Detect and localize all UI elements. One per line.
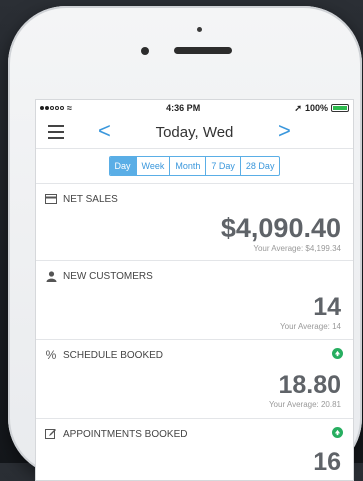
net-sales-value: $4,090.40	[220, 213, 341, 243]
user-icon	[45, 270, 57, 282]
phone-frame: ≈ 4:36 PM ➚ 100% < Today, Wed > Day Week…	[8, 6, 362, 481]
schedule-booked-average: Your Average: 20.81	[268, 400, 341, 409]
location-icon: ➚	[294, 102, 302, 113]
wifi-icon: ≈	[67, 103, 72, 113]
percent-icon: %	[45, 348, 57, 362]
segment-7-day[interactable]: 7 Day	[206, 157, 241, 175]
trend-up-icon	[332, 427, 343, 438]
segment-week[interactable]: Week	[137, 157, 171, 175]
net-sales-card[interactable]: NET SALES $4,090.40 Your Average: $4,199…	[36, 184, 353, 261]
new-customers-card[interactable]: NEW CUSTOMERS 14 Your Average: 14	[36, 261, 353, 340]
new-customers-average: Your Average: 14	[280, 322, 341, 331]
date-title: Today, Wed	[155, 124, 234, 141]
new-customers-value: 14	[313, 293, 341, 321]
segment-day[interactable]: Day	[109, 157, 137, 175]
net-sales-average: Your Average: $4,199.34	[253, 244, 341, 253]
status-bar: ≈ 4:36 PM ➚ 100%	[36, 100, 353, 116]
app-screen: ≈ 4:36 PM ➚ 100% < Today, Wed > Day Week…	[35, 99, 354, 481]
battery-percent: 100%	[304, 103, 328, 113]
status-time: 4:36 PM	[166, 103, 201, 113]
new-customers-label: NEW CUSTOMERS	[63, 270, 153, 282]
signal-icon	[40, 106, 64, 110]
appointments-booked-card[interactable]: APPOINTMENTS BOOKED 16	[36, 419, 353, 480]
schedule-booked-value: 18.80	[278, 371, 341, 399]
appointments-booked-label: APPOINTMENTS BOOKED	[63, 428, 188, 440]
status-right: ➚ 100%	[294, 103, 349, 114]
schedule-booked-label: SCHEDULE BOOKED	[63, 349, 164, 361]
earpiece-speaker	[174, 47, 232, 54]
net-sales-label: NET SALES	[63, 193, 118, 205]
proximity-sensor	[197, 27, 202, 32]
card-icon	[45, 193, 57, 205]
period-segmented-control: Day Week Month 7 Day 28 Day	[108, 156, 281, 176]
segment-month[interactable]: Month	[170, 157, 207, 175]
battery-icon	[330, 104, 349, 112]
period-selector-bar: Day Week Month 7 Day 28 Day	[36, 149, 353, 184]
front-camera	[141, 47, 149, 55]
segment-28-day[interactable]: 28 Day	[241, 157, 280, 175]
status-left: ≈	[40, 103, 72, 113]
schedule-booked-card[interactable]: % SCHEDULE BOOKED 18.80 Your Average: 20…	[36, 340, 353, 419]
nav-bar: < Today, Wed >	[36, 116, 353, 149]
edit-icon	[45, 428, 57, 440]
next-day-button[interactable]: >	[278, 120, 291, 142]
trend-up-icon	[332, 348, 343, 359]
